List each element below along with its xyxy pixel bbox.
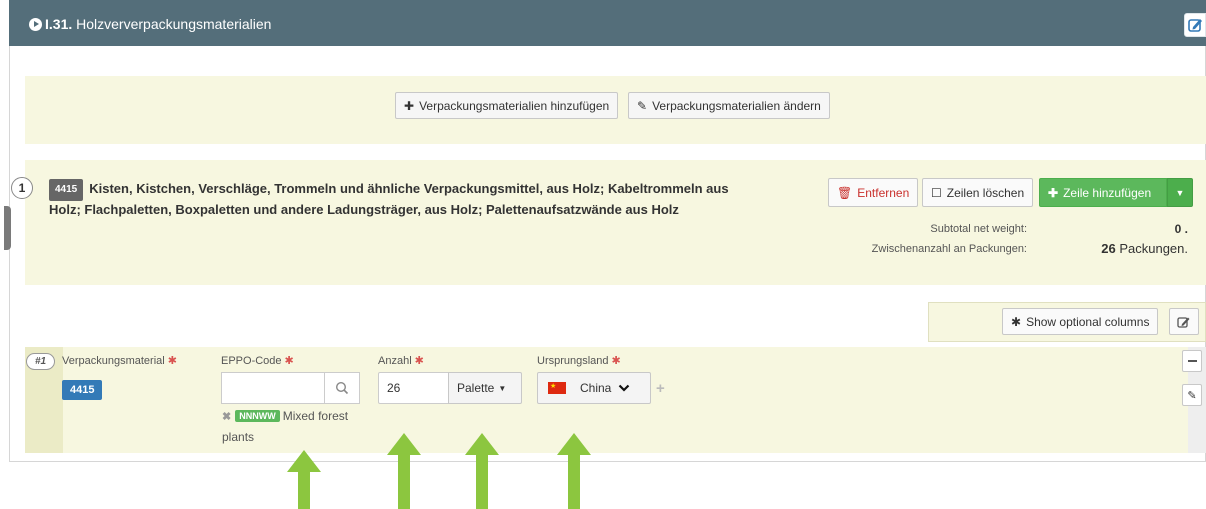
minus-icon bbox=[1187, 360, 1197, 362]
packages-label: Zwischenanzahl an Packungen: bbox=[871, 243, 1027, 255]
section-number: I.31. bbox=[45, 16, 73, 32]
square-icon: ☐ bbox=[931, 185, 942, 200]
eppo-tag-code: NNNWW bbox=[235, 410, 280, 422]
plus-icon: ✚ bbox=[1048, 185, 1059, 200]
quantity-input-box[interactable] bbox=[378, 372, 449, 404]
column-quantity-label: Anzahl ✱ bbox=[378, 354, 424, 367]
show-optional-columns-button[interactable]: ✱ Show optional columns bbox=[1002, 308, 1159, 335]
china-flag-icon: ★ bbox=[548, 382, 566, 394]
packages-total: 26 Packungen. bbox=[1101, 241, 1188, 256]
column-origin-label: Ursprungsland ✱ bbox=[537, 354, 621, 367]
eppo-search-button[interactable] bbox=[324, 372, 360, 404]
row-index: #1 bbox=[26, 353, 55, 370]
remove-label: Entfernen bbox=[857, 185, 910, 200]
edit-packaging-label: Verpackungsmaterialien ändern bbox=[652, 98, 821, 113]
section-title-text: Holzververpackungsmaterialien bbox=[76, 16, 272, 32]
subtotal-weight-value: 0 . bbox=[1174, 222, 1188, 236]
annotation-arrow-icon bbox=[287, 450, 321, 509]
column-material-text: Verpackungsmaterial bbox=[62, 355, 165, 367]
packages-unit: Packungen. bbox=[1119, 241, 1188, 256]
required-marker: ✱ bbox=[611, 355, 621, 367]
clear-rows-button[interactable]: ☐ Zeilen löschen bbox=[922, 178, 1034, 207]
trash-icon: 🗑 bbox=[837, 185, 853, 200]
required-marker: ✱ bbox=[284, 355, 294, 367]
item-index: 1 bbox=[11, 177, 33, 199]
eppo-input[interactable] bbox=[222, 373, 324, 403]
remove-tag-icon[interactable]: ✖ bbox=[222, 411, 231, 423]
edit-icon bbox=[1177, 316, 1190, 328]
edit-row-button[interactable]: ✎ bbox=[1182, 384, 1202, 406]
asterisk-icon: ✱ bbox=[1011, 314, 1022, 329]
collapse-row-button[interactable] bbox=[1182, 350, 1202, 372]
unit-dropdown-value: Palette bbox=[457, 381, 495, 395]
eppo-input-box[interactable] bbox=[221, 372, 325, 404]
pencil-icon: ✎ bbox=[637, 98, 648, 113]
edit-columns-button[interactable] bbox=[1169, 308, 1199, 335]
add-row-button[interactable]: ✚ Zeile hinzufügen bbox=[1039, 178, 1167, 207]
clear-rows-label: Zeilen löschen bbox=[946, 185, 1025, 200]
eppo-selected-tag: ✖ NNNWW Mixed forest plants bbox=[222, 406, 372, 447]
annotation-arrow-icon bbox=[557, 433, 591, 509]
column-eppo-label: EPPO-Code ✱ bbox=[221, 354, 294, 367]
column-quantity-text: Anzahl bbox=[378, 355, 412, 367]
packages-count: 26 bbox=[1101, 241, 1116, 256]
pencil-icon: ✎ bbox=[1187, 389, 1197, 402]
material-badge: 4415 bbox=[62, 380, 103, 400]
collapse-handle[interactable] bbox=[4, 206, 11, 250]
required-marker: ✱ bbox=[167, 355, 177, 367]
section-title: I.31. Holzververpackungsmaterialien bbox=[29, 16, 271, 32]
add-packaging-button[interactable]: ✚ Verpackungsmaterialien hinzufügen bbox=[395, 92, 619, 119]
section-header: I.31. Holzververpackungsmaterialien bbox=[9, 0, 1206, 46]
add-packaging-label: Verpackungsmaterialien hinzufügen bbox=[419, 98, 610, 113]
column-eppo-text: EPPO-Code bbox=[221, 355, 282, 367]
add-row-dropdown-button[interactable]: ▼ bbox=[1167, 178, 1193, 207]
item-description: 4415 Kisten, Kistchen, Verschläge, Tromme… bbox=[49, 179, 749, 219]
item-code-badge: 4415 bbox=[49, 179, 84, 201]
edit-section-button[interactable] bbox=[1184, 13, 1206, 37]
add-row-label: Zeile hinzufügen bbox=[1063, 185, 1152, 200]
edit-packaging-button[interactable]: ✎ Verpackungsmaterialien ändern bbox=[628, 92, 830, 119]
chevron-down-icon bbox=[619, 384, 630, 392]
toolbar-panel: ✚ Verpackungsmaterialien hinzufügen ✎ Verp… bbox=[25, 76, 1206, 144]
column-origin-text: Ursprungsland bbox=[537, 355, 609, 367]
caret-down-icon: ▼ bbox=[1175, 187, 1185, 198]
item-description-text: Kisten, Kistchen, Verschläge, Trommeln u… bbox=[49, 181, 729, 217]
country-value: China bbox=[580, 381, 612, 395]
edit-icon bbox=[1188, 19, 1202, 32]
plus-icon: ✚ bbox=[404, 98, 415, 113]
unit-dropdown[interactable]: Palette ▼ bbox=[448, 372, 522, 404]
required-marker: ✱ bbox=[414, 355, 424, 367]
search-icon bbox=[335, 381, 349, 395]
play-circle-icon bbox=[29, 18, 42, 31]
show-optional-columns-label: Show optional columns bbox=[1026, 314, 1150, 329]
quantity-input[interactable] bbox=[379, 373, 448, 403]
add-country-icon[interactable]: + bbox=[656, 380, 665, 397]
annotation-arrow-icon bbox=[465, 433, 499, 509]
caret-down-icon: ▼ bbox=[498, 383, 507, 393]
annotation-arrow-icon bbox=[387, 433, 421, 509]
country-select[interactable]: ★ China bbox=[537, 372, 651, 404]
column-material-label: Verpackungsmaterial ✱ bbox=[62, 354, 177, 367]
remove-button[interactable]: 🗑 Entfernen bbox=[828, 178, 919, 207]
subtotal-weight-label: Subtotal net weight: bbox=[930, 223, 1027, 235]
